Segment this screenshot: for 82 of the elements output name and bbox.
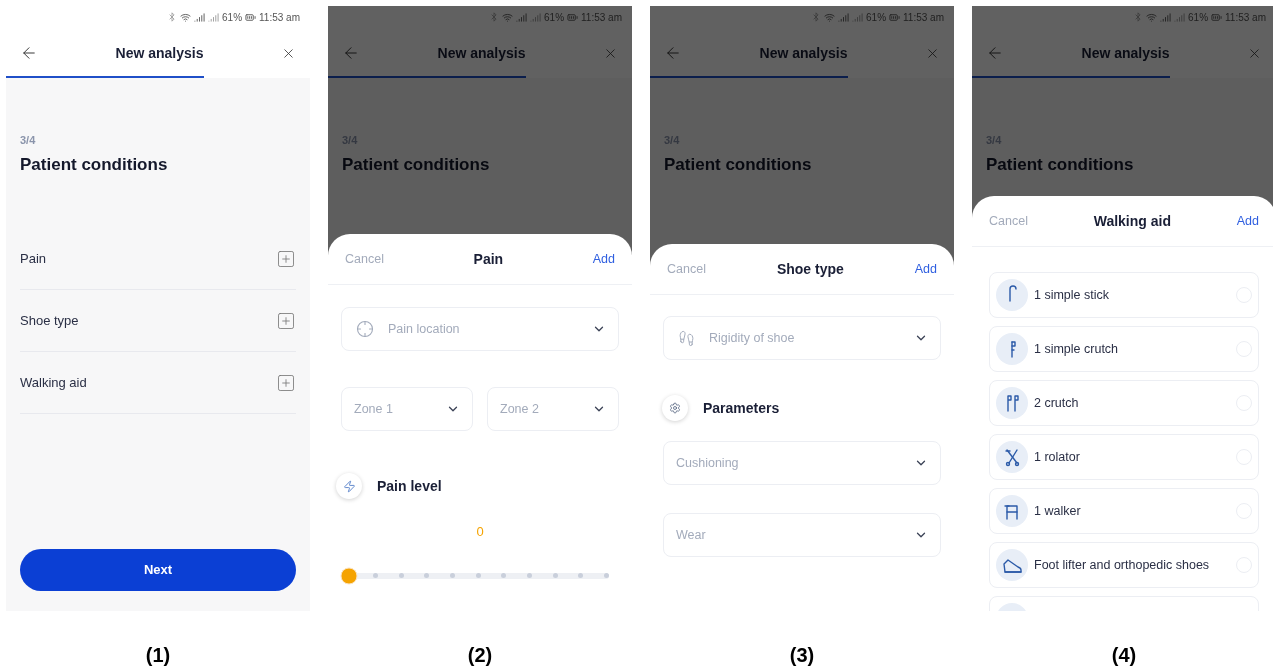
step-counter: 3/4: [20, 133, 37, 148]
panel-caption: (2): [467, 643, 493, 668]
signal-icon: [1174, 11, 1186, 23]
settings-icon: [662, 395, 688, 421]
cane-icon: [996, 279, 1028, 311]
wifi-icon: [502, 11, 514, 23]
walking-aid-option[interactable]: 1 walker: [989, 488, 1259, 534]
crutches-icon: [996, 387, 1028, 419]
battery-icon: [567, 11, 579, 23]
signal-icon: [194, 11, 206, 23]
clock-time: 11:53 am: [903, 10, 944, 25]
panel-caption: (3): [789, 643, 815, 668]
page-heading: Patient conditions: [20, 153, 169, 176]
wifi-icon: [824, 11, 836, 23]
wifi-icon: [1146, 11, 1158, 23]
crutch-icon: [996, 333, 1028, 365]
battery-percent: 61%: [866, 10, 887, 25]
add-icon[interactable]: [276, 372, 296, 393]
signal-icon: [838, 11, 850, 23]
add-button[interactable]: Add: [592, 249, 615, 269]
pain-level-reading: 0: [476, 523, 484, 541]
condition-label: Shoe type: [20, 311, 79, 330]
slider-tick: [552, 573, 558, 578]
header-title: New analysis: [759, 43, 848, 63]
battery-icon: [245, 11, 257, 23]
signal-icon: [852, 11, 864, 23]
panel-caption: (4): [1111, 643, 1137, 668]
next-button[interactable]: Next: [20, 549, 296, 591]
signal-icon: [516, 11, 528, 23]
target-icon: [356, 320, 374, 338]
walking-aid-option[interactable]: 1 simple crutch: [989, 326, 1259, 372]
section-title: Pain level: [377, 476, 442, 496]
battery-percent: 61%: [1188, 10, 1209, 25]
clock-time: 11:53 am: [1225, 10, 1266, 25]
sheet-title: Shoe type: [776, 259, 844, 279]
bluetooth-icon: [167, 12, 178, 22]
battery-percent: 61%: [544, 10, 565, 25]
slider-tick: [449, 573, 455, 578]
add-icon[interactable]: [276, 310, 296, 331]
sheet-title: Walking aid: [1093, 211, 1171, 231]
battery-icon: [1211, 11, 1223, 23]
slider-tick: [475, 573, 481, 578]
bluetooth-icon: [1133, 12, 1144, 22]
slider-tick: [603, 573, 609, 578]
walking-aid-option[interactable]: 2 crutch: [989, 380, 1259, 426]
add-button[interactable]: Add: [914, 259, 937, 279]
signal-icon: [530, 11, 542, 23]
walking-aid-option[interactable]: 1 simple stick: [989, 272, 1259, 318]
section-title: Parameters: [703, 398, 780, 418]
slider-thumb[interactable]: [340, 567, 358, 584]
add-button[interactable]: Add: [1236, 211, 1259, 231]
condition-label: Walking aid: [20, 373, 87, 392]
slider-tick: [373, 573, 378, 578]
walking-aid-option[interactable]: 1 rolator: [989, 434, 1259, 480]
header-title: New analysis: [437, 43, 526, 63]
battery-icon: [889, 11, 901, 23]
slider-tick: [424, 573, 430, 578]
header-title: New analysis: [1081, 43, 1170, 63]
slider-tick: [501, 573, 507, 578]
sheet-title: Pain: [473, 249, 504, 269]
battery-percent: 61%: [222, 10, 243, 25]
walking-aid-option[interactable]: Foot lifter and orthopedic shoes: [989, 542, 1259, 588]
page-heading: Patient conditions: [986, 153, 1135, 176]
clock-time: 11:53 am: [581, 10, 622, 25]
add-icon[interactable]: [276, 248, 296, 269]
lightning-icon: [336, 473, 362, 499]
condition-label: Pain: [20, 249, 47, 268]
signal-icon: [208, 11, 220, 23]
page-heading: Patient conditions: [342, 153, 491, 176]
page-heading: Patient conditions: [664, 153, 813, 176]
clock-time: 11:53 am: [259, 10, 300, 25]
header-title: New analysis: [115, 43, 204, 63]
wifi-icon: [180, 11, 192, 23]
rollator-icon: [996, 441, 1028, 473]
slider-tick: [398, 573, 404, 578]
panel-caption: (1): [145, 643, 171, 668]
walker-icon: [996, 495, 1028, 527]
slider-tick: [578, 573, 584, 578]
bluetooth-icon: [489, 12, 500, 22]
bluetooth-icon: [811, 12, 822, 22]
slider-tick: [526, 573, 532, 578]
signal-icon: [1160, 11, 1172, 23]
